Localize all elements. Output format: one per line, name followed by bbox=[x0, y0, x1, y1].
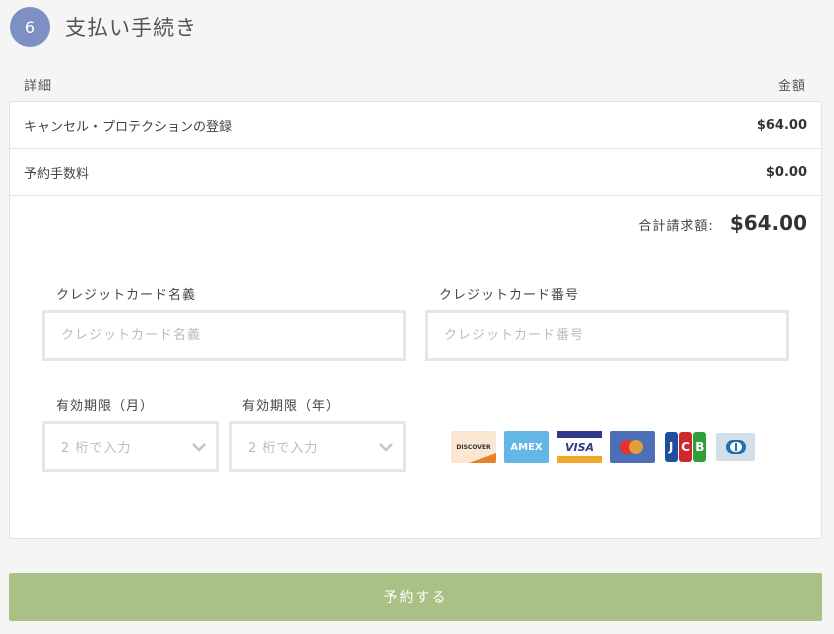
payment-page: 6 支払い手続き 詳細 金額 キャンセル・プロテクションの登録 $64.00 予… bbox=[0, 0, 834, 634]
card-name-label: クレジットカード名義 bbox=[56, 288, 197, 303]
total-summary: 合計請求額: $64.00 bbox=[638, 211, 807, 235]
step-number-badge: 6 bbox=[10, 7, 50, 47]
reserve-button[interactable]: 予約する bbox=[9, 573, 822, 621]
jcb-card-icon: J C B bbox=[663, 431, 708, 463]
chevron-down-icon bbox=[192, 442, 206, 452]
accepted-cards: DISCOVER AMEX VISA J C B bbox=[451, 431, 763, 463]
discover-card-icon: DISCOVER bbox=[451, 431, 496, 463]
line-item-row: キャンセル・プロテクションの登録 $64.00 bbox=[10, 102, 821, 149]
total-amount: $64.00 bbox=[729, 211, 807, 235]
exp-year-label: 有効期限（年） bbox=[242, 399, 341, 414]
step-header: 6 支払い手続き bbox=[10, 7, 197, 47]
exp-month-placeholder: 2 桁で入力 bbox=[61, 441, 132, 456]
visa-card-icon: VISA bbox=[557, 431, 602, 463]
line-item-amount: $0.00 bbox=[765, 164, 807, 180]
amount-column-header: 金額 bbox=[777, 79, 806, 94]
line-item-amount: $64.00 bbox=[756, 117, 807, 133]
exp-month-select[interactable]: 2 桁で入力 bbox=[42, 421, 219, 472]
total-label: 合計請求額: bbox=[638, 219, 714, 234]
detail-column-header: 詳細 bbox=[24, 79, 53, 94]
step-title: 支払い手続き bbox=[65, 16, 197, 40]
payment-card: キャンセル・プロテクションの登録 $64.00 予約手数料 $0.00 合計請求… bbox=[9, 101, 822, 539]
card-number-input[interactable] bbox=[425, 310, 789, 361]
card-number-label: クレジットカード番号 bbox=[439, 288, 580, 303]
chevron-down-icon bbox=[379, 442, 393, 452]
line-item-row: 予約手数料 $0.00 bbox=[10, 149, 821, 196]
card-name-input[interactable] bbox=[42, 310, 406, 361]
exp-year-select[interactable]: 2 桁で入力 bbox=[229, 421, 406, 472]
diners-card-icon bbox=[716, 433, 755, 461]
mastercard-card-icon bbox=[610, 431, 655, 463]
exp-month-label: 有効期限（月） bbox=[56, 399, 155, 414]
amex-card-icon: AMEX bbox=[504, 431, 549, 463]
exp-year-placeholder: 2 桁で入力 bbox=[248, 441, 319, 456]
line-item-label: キャンセル・プロテクションの登録 bbox=[24, 119, 233, 135]
line-item-label: 予約手数料 bbox=[24, 166, 90, 182]
